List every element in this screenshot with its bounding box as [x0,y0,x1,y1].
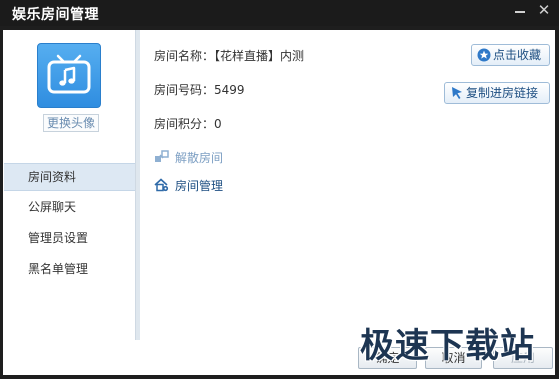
sidebar: 更换头像 房间资料 公屏聊天 管理员设置 黑名单管理 [3,30,135,340]
sidebar-item-room-info[interactable]: 房间资料 [4,163,135,191]
favorite-button[interactable]: 点击收藏 [471,44,550,66]
star-icon [477,48,491,62]
room-avatar[interactable] [37,43,101,108]
minimize-button[interactable] [508,0,532,20]
site-watermark: 极速下载站 [360,326,535,366]
dissolve-room-label: 解散房间 [175,151,224,165]
window-title: 娱乐房间管理 [12,7,99,23]
room-number-value: 5499 [214,83,245,97]
sidebar-item-public-chat[interactable]: 公屏聊天 [4,193,135,221]
copy-room-link-button[interactable]: 复制进房链接 [444,82,550,104]
room-number-label: 房间号码： [154,83,215,97]
close-button[interactable]: ✕ [532,0,556,20]
house-gear-icon [154,178,169,192]
sidebar-item-blacklist[interactable]: 黑名单管理 [4,255,135,283]
room-name-label: 房间名称： [154,49,215,63]
room-points-label: 房间积分： [154,117,215,131]
copy-room-link-label: 复制进房链接 [466,86,539,100]
sidebar-item-admin-settings[interactable]: 管理员设置 [4,224,135,252]
room-name-row: 房间名称：【花样直播】内测 [154,47,304,64]
app-window: 娱乐房间管理 ✕ 更换头像 房间资料 公屏聊天 管理员设置 黑名单管理 房间名称… [0,0,559,379]
room-number-row: 房间号码：5499 [154,81,245,98]
title-bar[interactable]: 娱乐房间管理 ✕ [0,0,559,26]
room-points-row: 房间积分：0 [154,115,222,132]
change-avatar-button[interactable]: 更换头像 [43,114,99,132]
tv-music-icon [47,54,91,94]
cursor-arrow-icon [452,87,462,99]
minimize-icon [515,11,525,13]
favorite-label: 点击收藏 [493,48,542,62]
sidebar-divider [135,30,140,340]
room-name-value: 【花样直播】内测 [214,49,305,63]
dissolve-room-icon [155,150,169,162]
room-points-value: 0 [214,117,222,131]
manage-room-label: 房间管理 [175,179,224,193]
